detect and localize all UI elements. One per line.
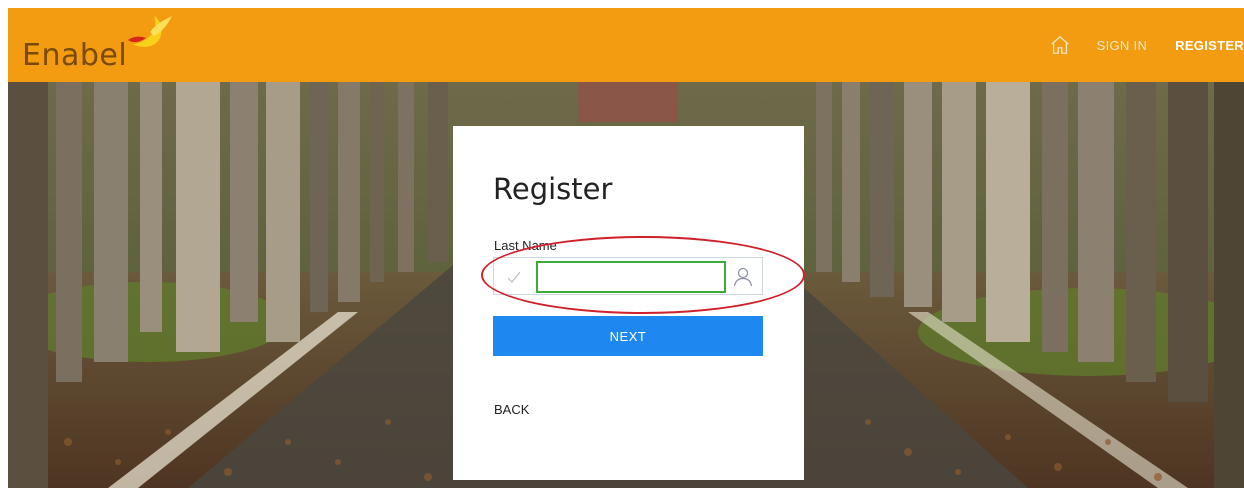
page-title: Register [493,172,613,206]
check-icon [507,271,521,283]
user-icon [733,267,753,287]
back-link[interactable]: BACK [494,402,529,417]
nav-sign-in[interactable]: SIGN IN [1097,38,1148,53]
top-header-bar: Enabel SIGN IN REGISTER [8,8,1244,82]
enabel-logo[interactable]: Enabel [22,14,182,78]
next-button[interactable]: NEXT [493,316,763,356]
register-card: Register Last Name NEXT BACK [453,126,805,480]
last-name-field-group [493,257,763,295]
last-name-input[interactable] [536,261,726,293]
logo-text: Enabel [22,38,128,73]
bird-logo-icon [128,16,172,47]
nav-register[interactable]: REGISTER [1175,38,1244,53]
top-nav: SIGN IN REGISTER [1049,8,1244,82]
home-icon[interactable] [1049,34,1071,56]
last-name-label: Last Name [494,238,557,253]
